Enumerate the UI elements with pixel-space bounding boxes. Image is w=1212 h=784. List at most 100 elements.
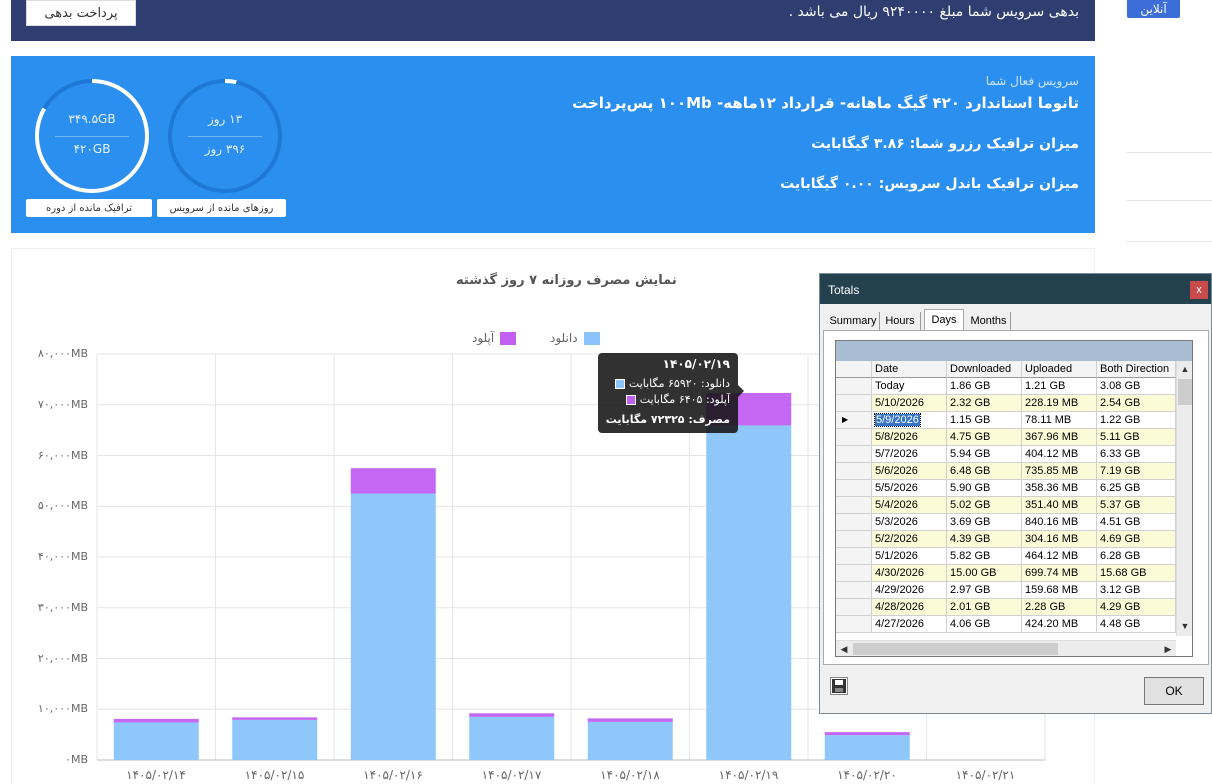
table-cell[interactable]: 5.11 GB [1097,429,1176,446]
table-row[interactable]: 5/5/2026 5.90 GB 358.36 MB 6.25 GB [836,480,1176,497]
legend-download[interactable]: دانلود [550,331,600,345]
table-row[interactable]: 4/29/2026 2.97 GB 159.68 MB 3.12 GB [836,582,1176,599]
horizontal-scroll-thumb[interactable] [853,643,1058,655]
table-cell[interactable]: 15.68 GB [1097,565,1176,582]
online-status-badge[interactable]: آنلاین [1127,0,1180,18]
row-header[interactable] [836,599,872,616]
current-row-indicator-icon[interactable]: ▶ [836,412,872,429]
table-cell[interactable]: 5.82 GB [947,548,1022,565]
table-cell[interactable]: 7.19 GB [1097,463,1176,480]
row-header[interactable] [836,497,872,514]
table-cell[interactable]: 78.11 MB [1022,412,1097,429]
table-row[interactable]: 4/30/2026 15.00 GB 699.74 MB 15.68 GB [836,565,1176,582]
table-cell[interactable]: 4.48 GB [1097,616,1176,633]
table-row[interactable]: 5/7/2026 5.94 GB 404.12 MB 6.33 GB [836,446,1176,463]
column-header-uploaded[interactable]: Uploaded [1022,361,1097,378]
scroll-down-arrow-icon[interactable]: ▼ [1177,618,1192,634]
row-header[interactable] [836,565,872,582]
tab-summary[interactable]: Summary [827,312,880,330]
table-row[interactable]: 4/28/2026 2.01 GB 2.28 GB 4.29 GB [836,599,1176,616]
table-cell[interactable]: 3.12 GB [1097,582,1176,599]
table-cell[interactable]: 4.75 GB [947,429,1022,446]
tab-hours[interactable]: Hours [880,312,921,330]
row-header[interactable] [836,480,872,497]
table-row[interactable]: 4/27/2026 4.06 GB 424.20 MB 4.48 GB [836,616,1176,633]
row-header[interactable] [836,463,872,480]
row-header[interactable] [836,531,872,548]
table-cell[interactable]: 4/27/2026 [872,616,947,633]
table-cell[interactable]: 351.40 MB [1022,497,1097,514]
table-cell[interactable]: 2.28 GB [1022,599,1097,616]
table-cell[interactable]: 424.20 MB [1022,616,1097,633]
ok-button[interactable]: OK [1144,677,1204,705]
scroll-left-arrow-icon[interactable]: ◀ [836,641,852,656]
row-header[interactable] [836,514,872,531]
row-header[interactable] [836,378,872,395]
table-cell[interactable]: 358.36 MB [1022,480,1097,497]
table-cell[interactable]: 5/7/2026 [872,446,947,463]
table-cell[interactable]: 2.01 GB [947,599,1022,616]
column-header-date[interactable]: Date [872,361,947,378]
table-cell[interactable]: 5.94 GB [947,446,1022,463]
table-cell[interactable]: 735.85 MB [1022,463,1097,480]
table-cell[interactable]: 464.12 MB [1022,548,1097,565]
row-header[interactable] [836,616,872,633]
table-cell[interactable]: 4.51 GB [1097,514,1176,531]
days-data-grid[interactable]: Date Downloaded Uploaded Both Direction … [835,340,1193,657]
table-cell[interactable]: 699.74 MB [1022,565,1097,582]
row-header[interactable] [836,429,872,446]
row-header[interactable] [836,446,872,463]
table-cell[interactable]: 5/10/2026 [872,395,947,412]
table-row[interactable]: Today 1.86 GB 1.21 GB 3.08 GB [836,378,1176,395]
table-cell[interactable]: 840.16 MB [1022,514,1097,531]
table-cell[interactable]: 3.69 GB [947,514,1022,531]
legend-upload[interactable]: آپلود [472,331,517,345]
table-cell[interactable]: 15.00 GB [947,565,1022,582]
table-cell[interactable]: 5/3/2026 [872,514,947,531]
save-icon[interactable] [830,677,848,695]
table-row[interactable]: 5/4/2026 5.02 GB 351.40 MB 5.37 GB [836,497,1176,514]
table-cell[interactable]: 6.28 GB [1097,548,1176,565]
table-cell[interactable]: 404.12 MB [1022,446,1097,463]
table-cell[interactable]: 2.97 GB [947,582,1022,599]
table-cell[interactable]: 5/5/2026 [872,480,947,497]
table-cell[interactable]: 5/8/2026 [872,429,947,446]
scroll-up-arrow-icon[interactable]: ▲ [1177,361,1192,377]
close-button[interactable]: x [1190,281,1208,299]
table-row[interactable]: 5/3/2026 3.69 GB 840.16 MB 4.51 GB [836,514,1176,531]
scroll-right-arrow-icon[interactable]: ▶ [1160,641,1176,656]
table-cell[interactable]: 5.90 GB [947,480,1022,497]
table-row[interactable]: 5/1/2026 5.82 GB 464.12 MB 6.28 GB [836,548,1176,565]
column-header-downloaded[interactable]: Downloaded [947,361,1022,378]
table-cell[interactable]: 4/28/2026 [872,599,947,616]
table-cell[interactable]: 5/6/2026 [872,463,947,480]
table-cell[interactable]: 5.02 GB [947,497,1022,514]
table-cell[interactable]: 1.86 GB [947,378,1022,395]
table-cell[interactable]: 1.21 GB [1022,378,1097,395]
table-cell[interactable]: Today [872,378,947,395]
horizontal-scrollbar[interactable]: ◀ ▶ [836,640,1176,656]
column-header-both-direction[interactable]: Both Direction [1097,361,1176,378]
table-cell[interactable]: 5/1/2026 [872,548,947,565]
table-cell[interactable]: 4.29 GB [1097,599,1176,616]
table-row[interactable]: 5/6/2026 6.48 GB 735.85 MB 7.19 GB [836,463,1176,480]
table-cell[interactable]: 6.48 GB [947,463,1022,480]
table-cell[interactable]: 5/2/2026 [872,531,947,548]
vertical-scroll-thumb[interactable] [1178,379,1192,405]
table-cell[interactable]: 1.15 GB [947,412,1022,429]
table-row[interactable]: ▶ 5/9/2026 1.15 GB 78.11 MB 1.22 GB [836,412,1176,429]
window-titlebar[interactable]: Totals x [820,274,1211,304]
row-header[interactable] [836,395,872,412]
table-cell[interactable]: 3.08 GB [1097,378,1176,395]
table-cell[interactable]: 5.37 GB [1097,497,1176,514]
table-cell[interactable]: 4/29/2026 [872,582,947,599]
table-row[interactable]: 5/2/2026 4.39 GB 304.16 MB 4.69 GB [836,531,1176,548]
table-cell[interactable]: 5/9/2026 [872,412,947,429]
tab-months[interactable]: Months [967,312,1011,330]
pay-debt-button[interactable]: پرداخت بدهی [26,0,136,26]
table-cell[interactable]: 2.54 GB [1097,395,1176,412]
table-cell[interactable]: 2.32 GB [947,395,1022,412]
table-cell[interactable]: 6.33 GB [1097,446,1176,463]
table-cell[interactable]: 4.06 GB [947,616,1022,633]
table-cell[interactable]: 4.69 GB [1097,531,1176,548]
